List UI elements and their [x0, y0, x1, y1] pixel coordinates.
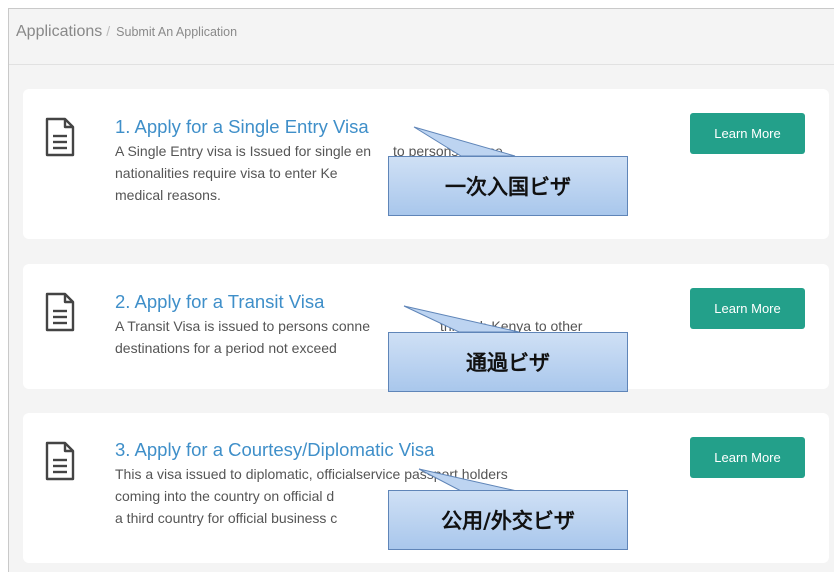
app-frame: Applications / Submit An Application 1. Ap…: [8, 8, 834, 572]
visa-title-transit[interactable]: 2. Apply for a Transit Visa: [115, 291, 324, 313]
learn-more-button[interactable]: Learn More: [690, 437, 805, 478]
breadcrumb-applications[interactable]: Applications: [16, 23, 102, 40]
breadcrumb: Applications / Submit An Application: [9, 9, 834, 65]
visa-description: A Transit Visa is issued to persons conn…: [115, 318, 583, 356]
breadcrumb-current: Submit An Application: [116, 25, 238, 39]
learn-more-button[interactable]: Learn More: [690, 113, 805, 154]
visa-description: This a visa issued to diplomatic, offici…: [115, 466, 525, 526]
document-icon: [45, 117, 75, 157]
breadcrumb-separator: /: [106, 23, 111, 39]
document-icon: [45, 441, 75, 481]
visa-card-single-entry: 1. Apply for a Single Entry Visa A Singl…: [23, 89, 829, 239]
visa-description: A Single Entry visa is Issued for single…: [115, 143, 591, 203]
visa-title-diplomatic[interactable]: 3. Apply for a Courtesy/Diplomatic Visa: [115, 439, 434, 461]
document-icon: [45, 292, 75, 332]
visa-title-single-entry[interactable]: 1. Apply for a Single Entry Visa: [115, 116, 369, 138]
learn-more-button[interactable]: Learn More: [690, 288, 805, 329]
visa-card-transit: 2. Apply for a Transit Visa A Transit Vi…: [23, 264, 829, 389]
visa-card-diplomatic: 3. Apply for a Courtesy/Diplomatic Visa …: [23, 413, 829, 563]
